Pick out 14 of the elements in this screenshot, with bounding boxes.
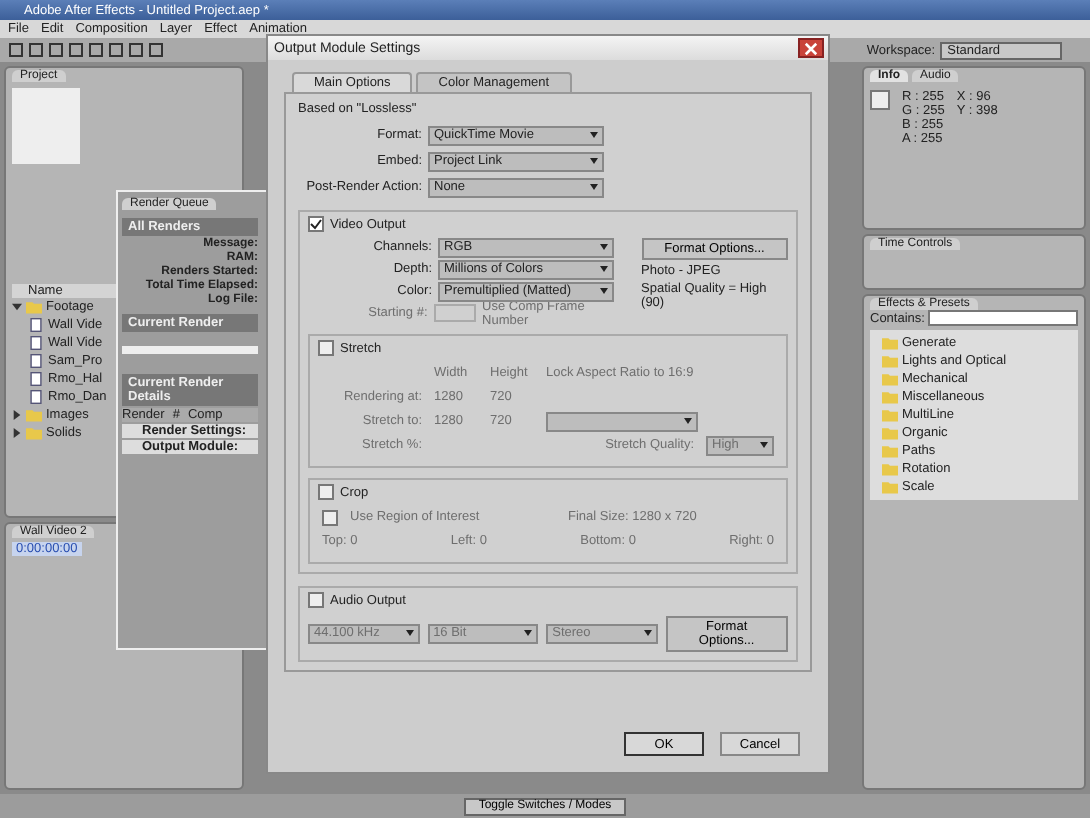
checkbox[interactable] (318, 484, 334, 500)
expand-triangle-icon[interactable] (12, 410, 22, 420)
input-field[interactable] (433, 304, 477, 322)
close-button[interactable] (798, 38, 824, 58)
checkbox[interactable] (308, 216, 324, 232)
checkbox[interactable] (318, 340, 334, 356)
progress-track (122, 346, 258, 354)
color-swatch (870, 90, 890, 110)
expand-triangle-icon[interactable] (12, 428, 22, 438)
search-field[interactable] (928, 310, 1078, 326)
checkbox[interactable] (322, 509, 338, 525)
checkbox[interactable] (308, 592, 324, 608)
expand-triangle-icon[interactable] (12, 302, 22, 312)
thumbnail-preview (12, 88, 80, 164)
